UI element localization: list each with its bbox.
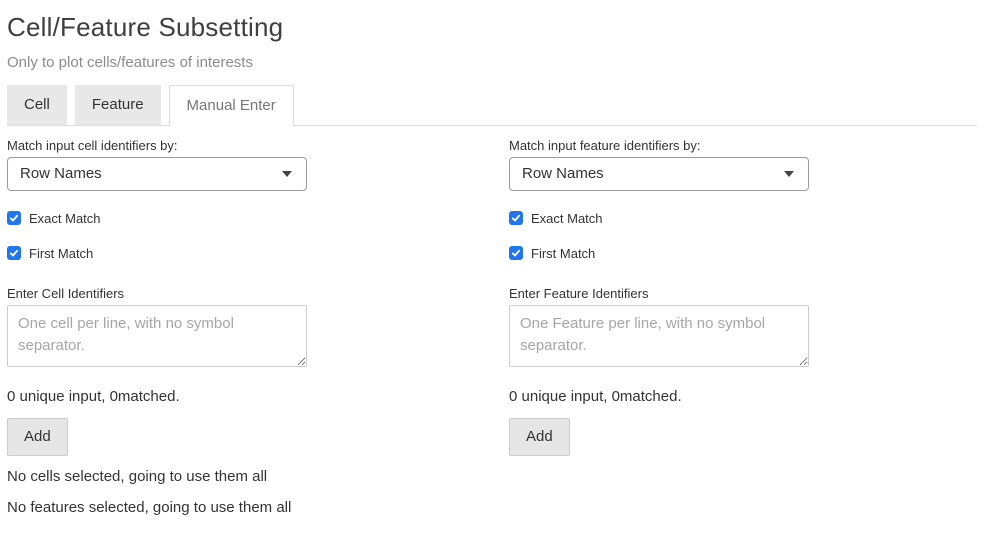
cell-first-match-label: First Match — [29, 246, 93, 261]
dropdown-caret-icon — [282, 171, 292, 177]
tab-manual-enter[interactable]: Manual Enter — [169, 85, 294, 126]
feature-column: Match input feature identifiers by: Row … — [509, 126, 984, 518]
cell-match-status: 0 unique input, 0matched. — [7, 388, 509, 405]
cell-add-button[interactable]: Add — [7, 418, 68, 456]
cell-exact-match-checkbox[interactable]: Exact Match — [7, 211, 509, 226]
feature-match-by-label: Match input feature identifiers by: — [509, 138, 984, 153]
no-cells-selected-note: No cells selected, going to use them all — [7, 466, 509, 487]
dropdown-caret-icon — [784, 171, 794, 177]
checked-checkbox-icon — [7, 246, 21, 260]
cell-feature-subsetting-panel: Cell/Feature Subsetting Only to plot cel… — [0, 13, 984, 518]
cell-identifiers-input[interactable] — [7, 305, 307, 367]
feature-exact-match-label: Exact Match — [531, 211, 603, 226]
cell-exact-match-label: Exact Match — [29, 211, 101, 226]
cell-first-match-checkbox[interactable]: First Match — [7, 246, 509, 261]
cell-match-by-select[interactable]: Row Names — [7, 157, 307, 191]
feature-first-match-label: First Match — [531, 246, 595, 261]
feature-add-button[interactable]: Add — [509, 418, 570, 456]
cell-identifiers-label: Enter Cell Identifiers — [7, 286, 509, 301]
feature-match-status: 0 unique input, 0matched. — [509, 388, 984, 405]
tab-cell[interactable]: Cell — [7, 85, 67, 125]
feature-identifiers-input[interactable] — [509, 305, 809, 367]
page-subtitle: Only to plot cells/features of interests — [7, 52, 977, 73]
cell-column: Match input cell identifiers by: Row Nam… — [7, 126, 509, 518]
feature-first-match-checkbox[interactable]: First Match — [509, 246, 984, 261]
checked-checkbox-icon — [509, 246, 523, 260]
feature-match-by-select[interactable]: Row Names — [509, 157, 809, 191]
cell-match-by-label: Match input cell identifiers by: — [7, 138, 509, 153]
subsetting-tab-bar: Cell Feature Manual Enter — [7, 85, 977, 126]
tab-feature[interactable]: Feature — [75, 85, 161, 125]
checked-checkbox-icon — [7, 211, 21, 225]
no-features-selected-note: No features selected, going to use them … — [7, 497, 509, 518]
feature-match-by-value: Row Names — [522, 165, 604, 182]
page-title: Cell/Feature Subsetting — [7, 13, 977, 43]
two-column-layout: Match input cell identifiers by: Row Nam… — [7, 126, 977, 518]
checked-checkbox-icon — [509, 211, 523, 225]
cell-match-by-value: Row Names — [20, 165, 102, 182]
feature-identifiers-label: Enter Feature Identifiers — [509, 286, 984, 301]
feature-exact-match-checkbox[interactable]: Exact Match — [509, 211, 984, 226]
